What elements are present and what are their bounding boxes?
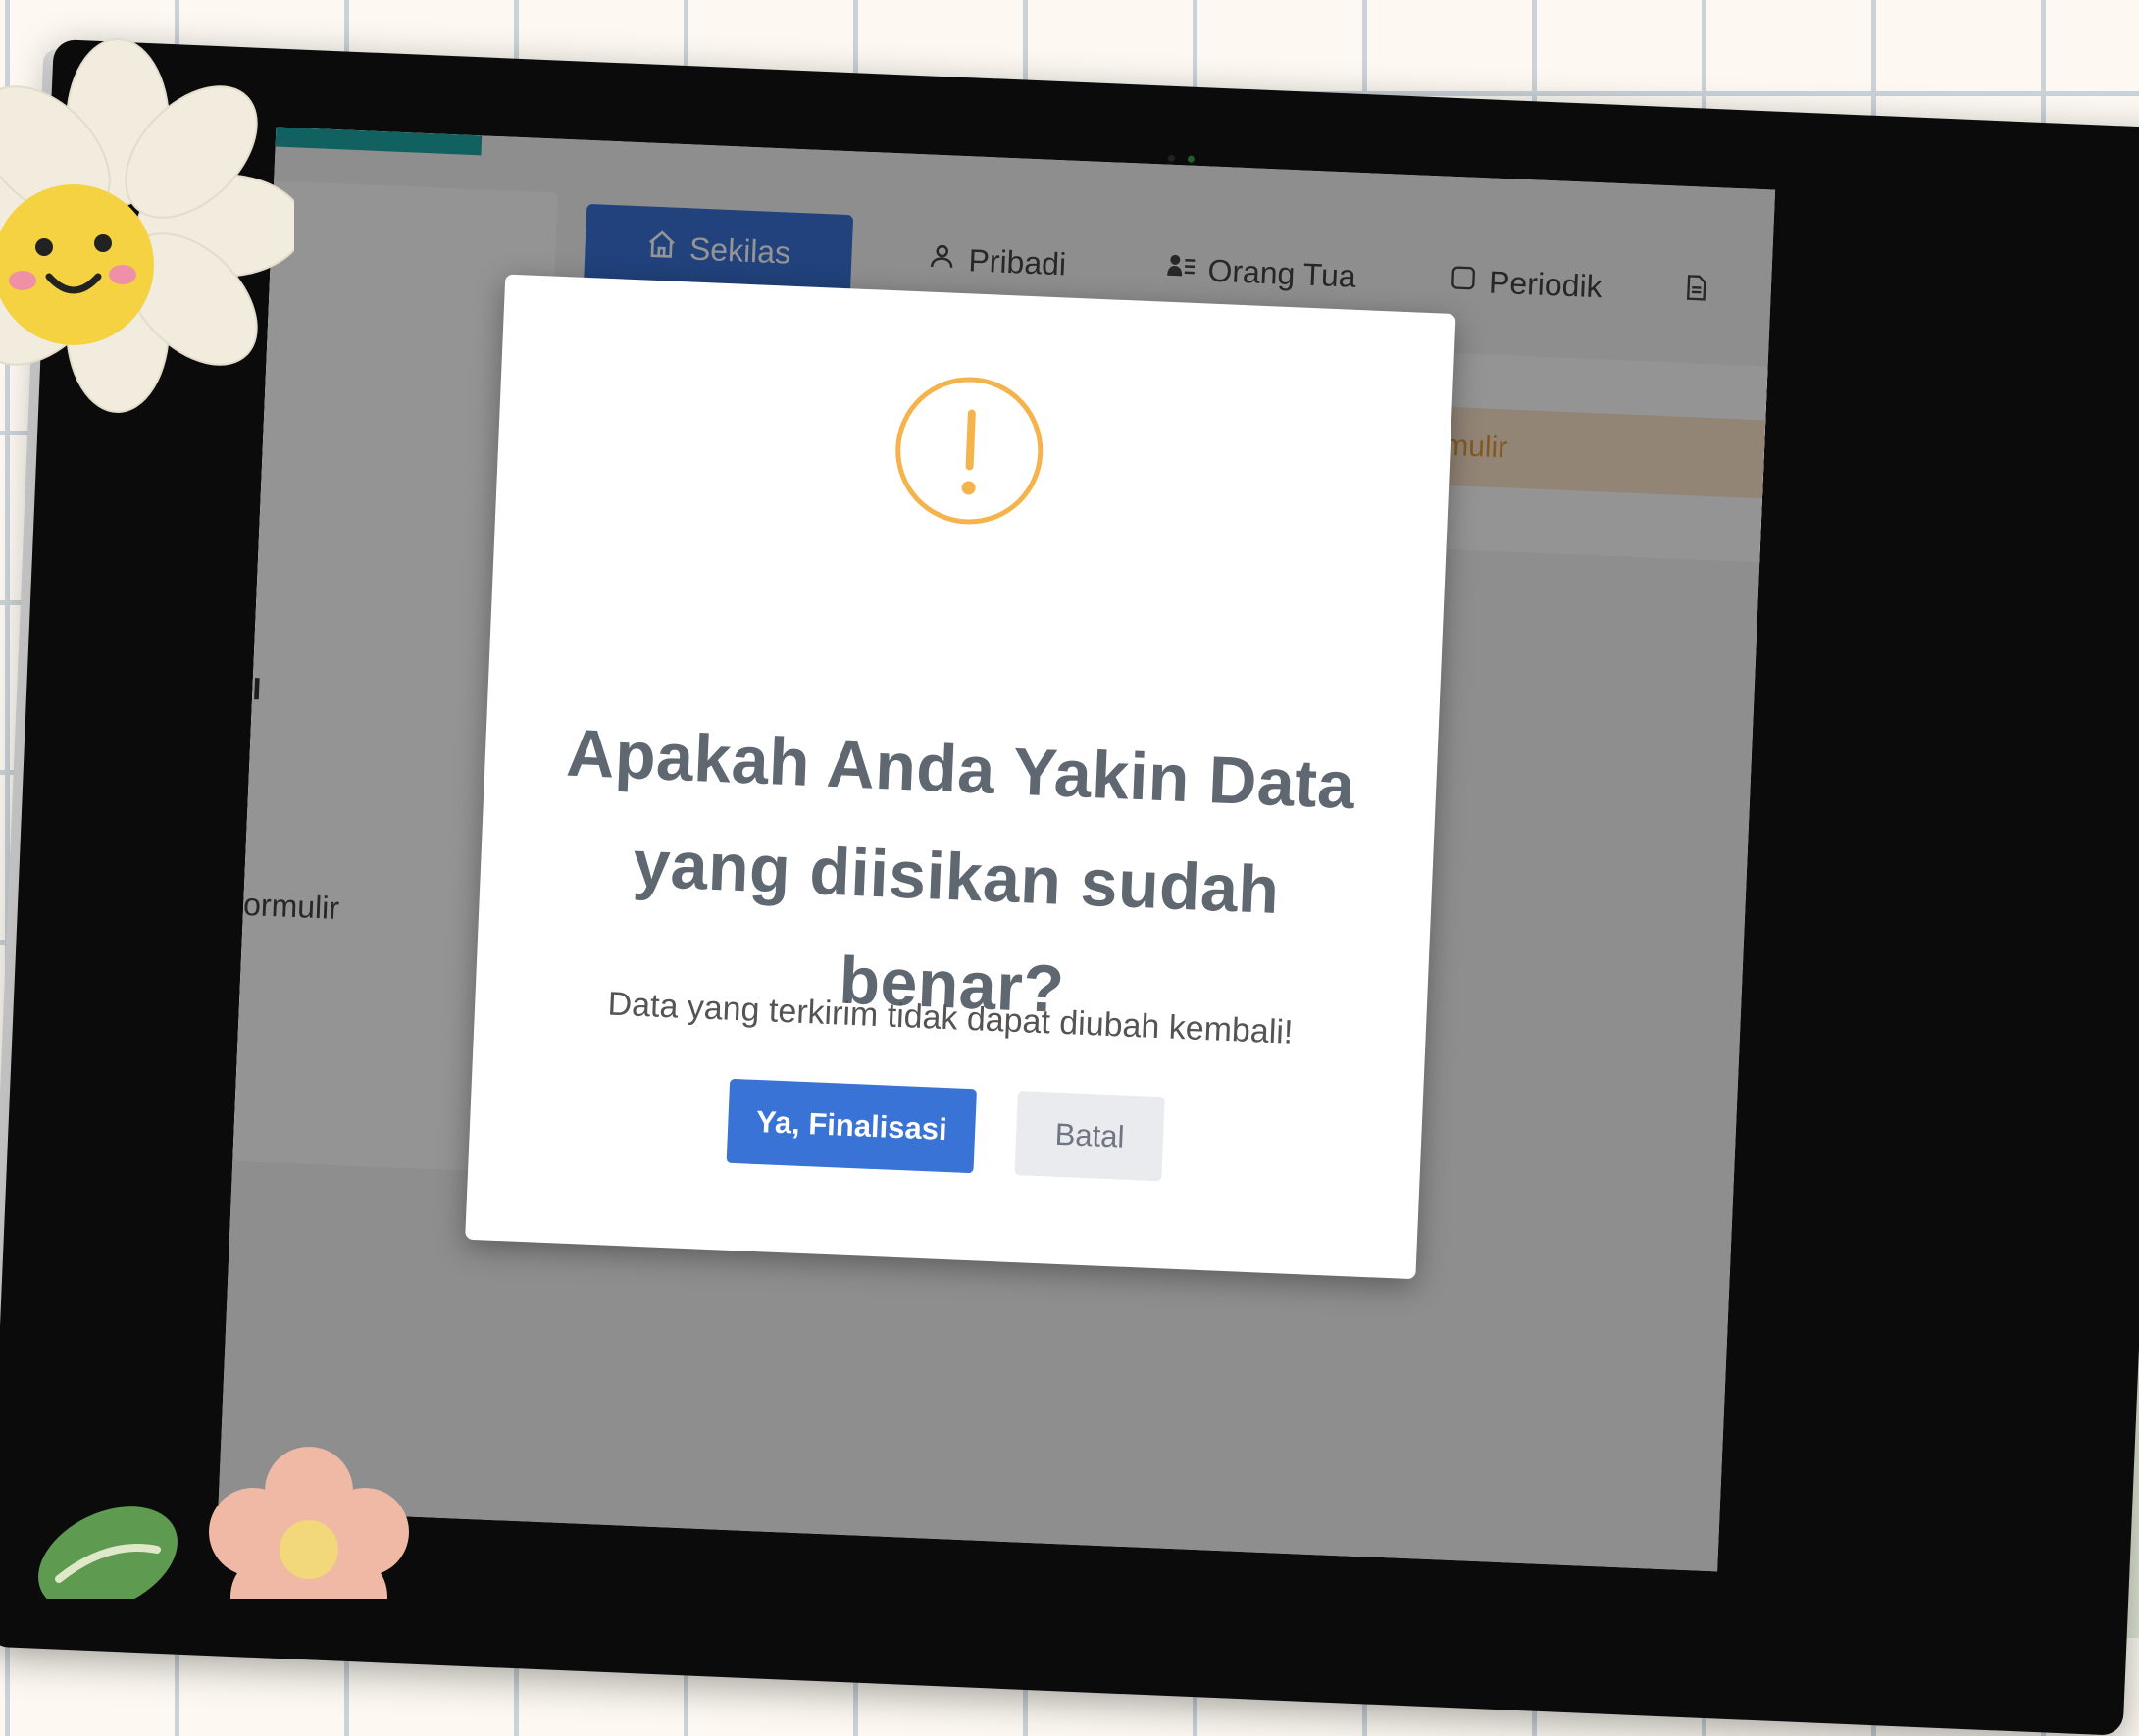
daisy-flower-icon (0, 38, 294, 413)
warning-icon (892, 374, 1046, 528)
modal-actions: Ya, Finalisasi Batal (469, 1068, 1423, 1193)
webcam-lens (1167, 154, 1176, 162)
finalize-button[interactable]: Ya, Finalisasi (726, 1078, 978, 1174)
webcam-indicator (1187, 155, 1196, 163)
cancel-button[interactable]: Batal (1014, 1091, 1165, 1182)
pink-flower-icon (38, 1447, 409, 1599)
confirmation-modal: Apakah Anda Yakin Data yang diisikan sud… (465, 274, 1456, 1280)
screen: I ormulir isasi formulir Sekilas (218, 127, 1776, 1572)
